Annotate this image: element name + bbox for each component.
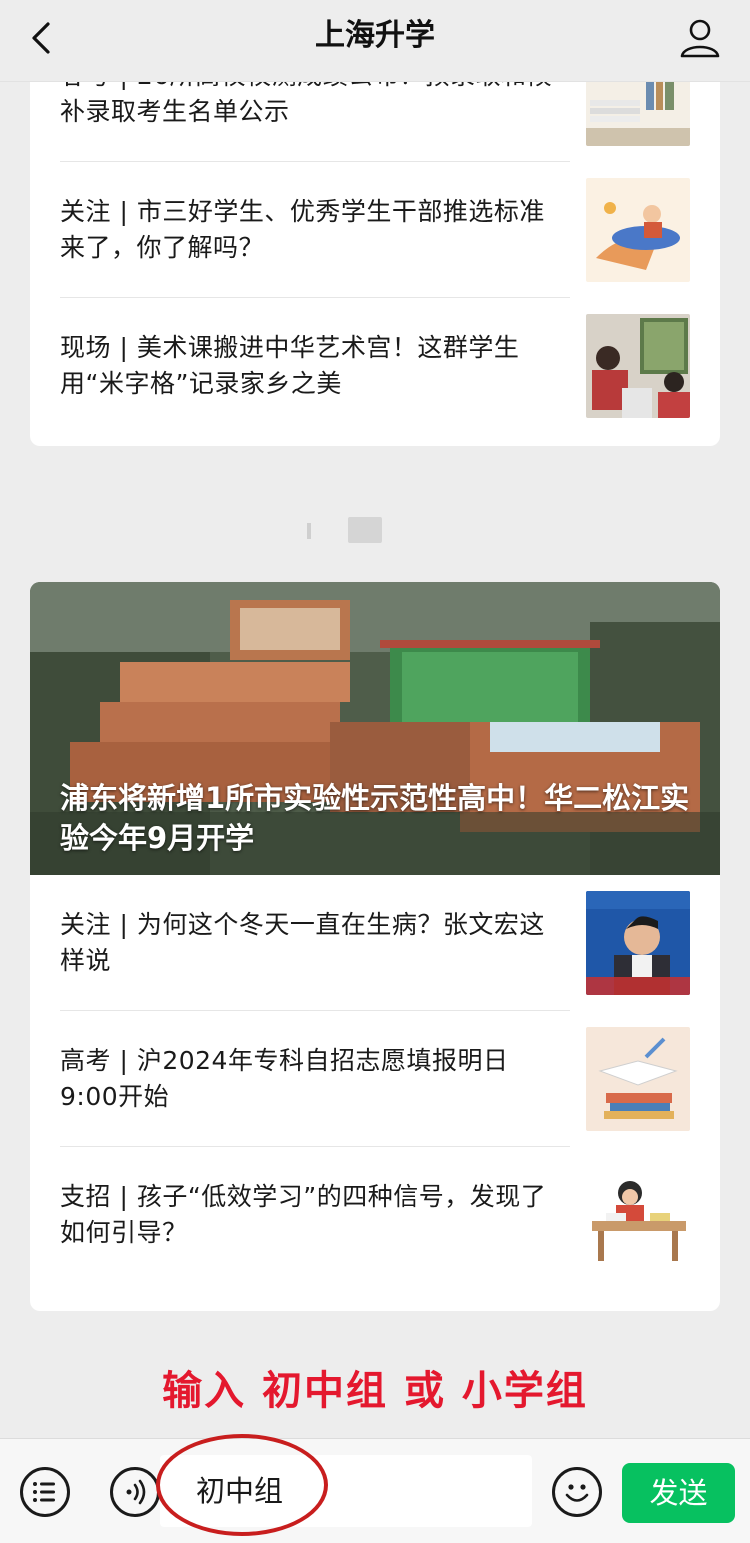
article-title: 高考 | 沪2024年专科自招志愿填报明日9:00开始	[60, 1046, 509, 1111]
article-row[interactable]: 支招 | 孩子“低效学习”的四种信号，发现了如何引导？	[30, 1147, 720, 1283]
profile-icon[interactable]	[678, 16, 722, 60]
article-card-2: 浦东将新增1所市实验性示范性高中！华二松江实验今年9月开学 关注 | 为何这个冬…	[30, 582, 720, 1311]
timestamp-placeholder	[348, 517, 382, 543]
account-title: 上海升学	[315, 18, 435, 53]
menu-list-icon[interactable]	[20, 1467, 70, 1517]
article-title: 支招 | 孩子“低效学习”的四种信号，发现了如何引导？	[60, 1182, 547, 1247]
article-row[interactable]: 现场 | 美术课搬进中华艺术宫！这群学生用“米字格”记录家乡之美	[30, 298, 720, 434]
message-input-bar: 初中组 发送	[0, 1438, 750, 1543]
article-thumbnail	[586, 1027, 690, 1131]
article-thumbnail	[586, 1163, 690, 1267]
voice-icon[interactable]	[110, 1467, 160, 1517]
article-thumbnail	[586, 178, 690, 282]
article-title: 关注 | 市三好学生、优秀学生干部推选标准来了，你了解吗？	[60, 197, 545, 262]
article-row[interactable]: 高考 | 沪2024年专科自招志愿填报明日9:00开始	[30, 1011, 720, 1147]
separator-mark	[307, 523, 311, 539]
article-thumbnail	[586, 891, 690, 995]
article-title: 关注 | 为何这个冬天一直在生病？张文宏这样说	[60, 910, 545, 975]
send-button[interactable]: 发送	[622, 1463, 735, 1523]
article-title: 现场 | 美术课搬进中华艺术宫！这群学生用“米字格”记录家乡之美	[60, 333, 520, 398]
article-thumbnail	[586, 314, 690, 418]
cover-title: 浦东将新增1所市实验性示范性高中！华二松江实验今年9月开学	[60, 781, 690, 855]
cover-article[interactable]: 浦东将新增1所市实验性示范性高中！华二松江实验今年9月开学	[30, 582, 720, 875]
top-bar: 上海升学	[0, 0, 750, 82]
article-card-1: 春考 | 26所高校校测成绩公布！预录取和候补录取考生名单公示 关注 | 市三好…	[30, 40, 720, 446]
article-row[interactable]: 关注 | 市三好学生、优秀学生干部推选标准来了，你了解吗？	[30, 162, 720, 298]
article-row[interactable]: 关注 | 为何这个冬天一直在生病？张文宏这样说	[30, 875, 720, 1011]
highlight-ellipse	[156, 1434, 328, 1536]
instruction-overlay: 输入 初中组 或 小学组	[162, 1368, 588, 1414]
emoji-icon[interactable]	[552, 1467, 602, 1517]
